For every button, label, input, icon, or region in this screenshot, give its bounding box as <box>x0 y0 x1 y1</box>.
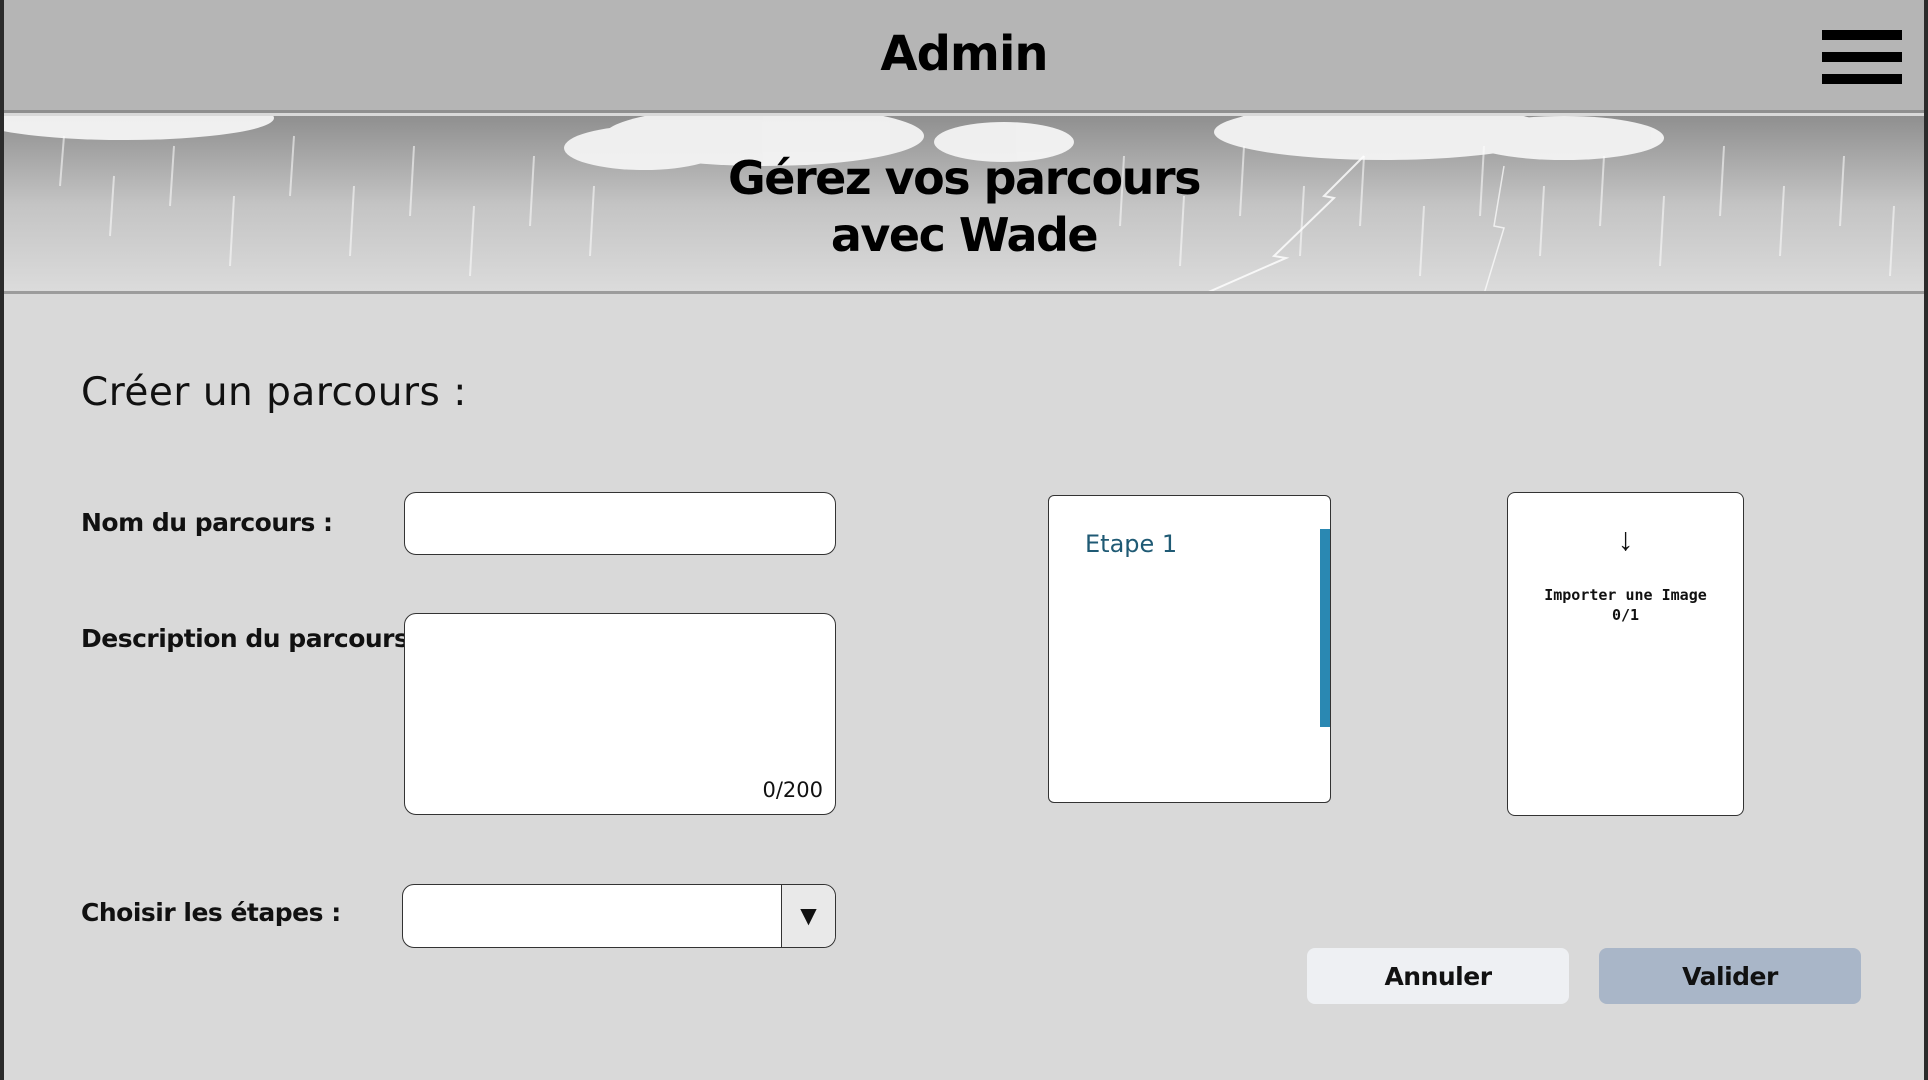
app-window: Admin Gérez vos parcours avec Wade Créer… <box>4 0 1924 1080</box>
name-label: Nom du parcours : <box>81 508 333 537</box>
import-image-label: Importer une Image <box>1544 586 1707 604</box>
hamburger-menu-icon[interactable] <box>1822 30 1902 84</box>
steps-scrollbar[interactable] <box>1320 529 1330 727</box>
list-item-step[interactable]: Etape 1 <box>1085 530 1177 558</box>
page-title: Admin <box>880 26 1048 82</box>
steps-label: Choisir les étapes : <box>81 898 341 927</box>
description-label: Description du parcours : <box>81 624 427 653</box>
cancel-button[interactable]: Annuler <box>1307 948 1569 1004</box>
description-char-counter: 0/200 <box>762 778 823 802</box>
steps-select[interactable]: ▼ <box>402 884 836 948</box>
hero-banner: Gérez vos parcours avec Wade <box>4 116 1924 294</box>
import-image-text: Importer une Image 0/1 <box>1508 585 1743 625</box>
name-input[interactable] <box>404 492 836 555</box>
import-image-count: 0/1 <box>1611 606 1640 624</box>
dropdown-arrow-icon[interactable]: ▼ <box>781 885 835 947</box>
top-header: Admin <box>4 0 1924 113</box>
arrow-down-icon: ↓ <box>1617 521 1634 557</box>
banner-title-line2: avec Wade <box>830 208 1099 262</box>
description-textarea[interactable]: 0/200 <box>404 613 836 815</box>
import-image-dropzone[interactable]: ↓ Importer une Image 0/1 <box>1507 492 1744 816</box>
banner-title: Gérez vos parcours avec Wade <box>4 150 1924 264</box>
section-title: Créer un parcours : <box>81 370 467 415</box>
validate-button[interactable]: Valider <box>1599 948 1861 1004</box>
steps-list-panel: Etape 1 <box>1048 495 1331 803</box>
banner-title-line1: Gérez vos parcours <box>728 151 1201 205</box>
